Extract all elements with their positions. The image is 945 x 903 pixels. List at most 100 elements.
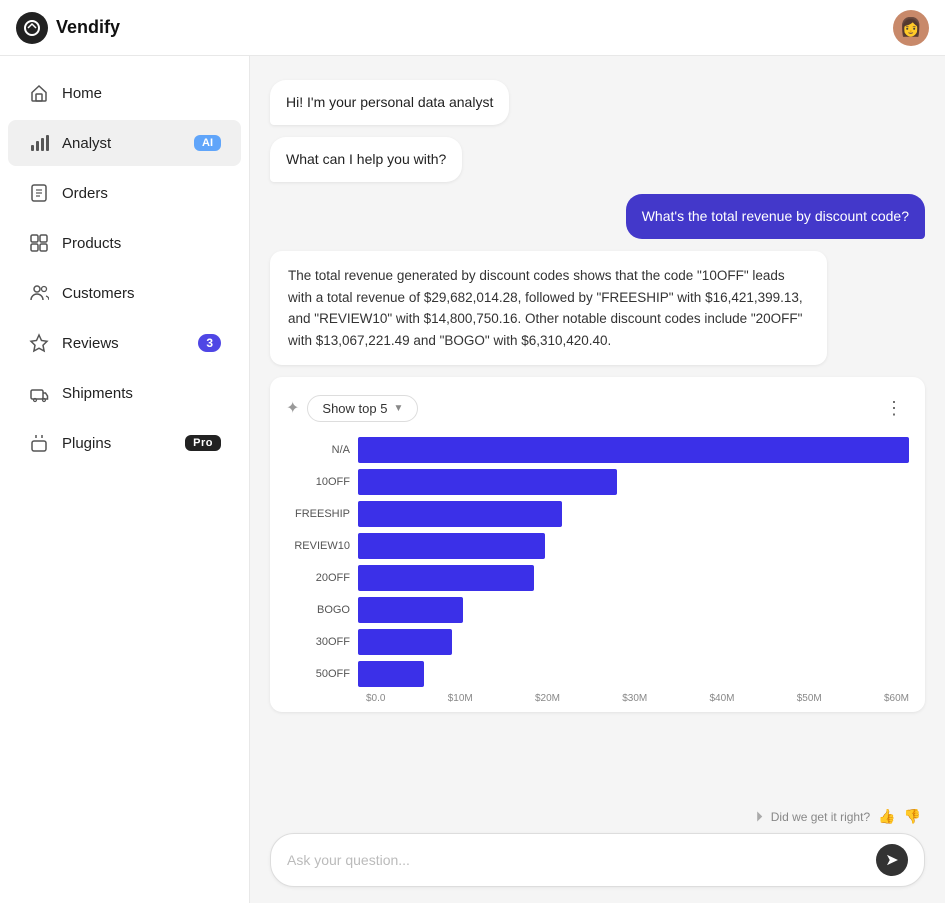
user-avatar[interactable]: 👩: [893, 10, 929, 46]
bar-row: REVIEW10: [286, 533, 909, 559]
axis-label: $50M: [797, 693, 822, 704]
axis-label: $0.0: [366, 693, 385, 704]
message-greeting1: Hi! I'm your personal data analyst: [270, 80, 925, 125]
plugins-icon: [28, 432, 50, 454]
show-top-button[interactable]: Show top 5 ▼: [307, 395, 418, 422]
show-top-label: Show top 5: [322, 401, 387, 416]
sidebar-label-reviews: Reviews: [62, 335, 119, 352]
bar-row: N/A: [286, 437, 909, 463]
bar-chart: N/A 10OFF FREESHIP REVIEW10 20OFF BOGO 30OFF 50…: [286, 437, 909, 687]
chat-input-box: ➤: [270, 833, 925, 887]
bar-row: 30OFF: [286, 629, 909, 655]
sidebar-label-orders: Orders: [62, 185, 108, 202]
sidebar-label-analyst: Analyst: [62, 135, 111, 152]
bar-row: 10OFF: [286, 469, 909, 495]
logo-icon: [16, 12, 48, 44]
bubble-user-query: What's the total revenue by discount cod…: [626, 194, 925, 239]
bar-row: 50OFF: [286, 661, 909, 687]
bar-label: 10OFF: [286, 476, 358, 488]
sidebar-label-home: Home: [62, 85, 102, 102]
audio-playback-icon[interactable]: ⏵: [756, 808, 763, 825]
bar-label: BOGO: [286, 604, 358, 616]
chevron-down-icon: ▼: [393, 403, 403, 414]
sparkle-icon: ✦: [286, 398, 299, 418]
thumbs-down-icon[interactable]: 👎: [904, 808, 921, 825]
bar-label: 50OFF: [286, 668, 358, 680]
reviews-badge: 3: [198, 334, 221, 352]
plugins-badge: Pro: [185, 435, 221, 451]
analyst-badge: AI: [194, 135, 221, 151]
sidebar-label-plugins: Plugins: [62, 435, 111, 452]
chat-input-area: ⏵ Did we get it right? 👍 👎 ➤: [250, 798, 945, 903]
app-logo: Vendify: [16, 12, 120, 44]
axis-label: $20M: [535, 693, 560, 704]
bar-track: [358, 565, 909, 591]
sidebar-item-analyst[interactable]: Analyst AI: [8, 120, 241, 166]
thumbs-up-icon[interactable]: 👍: [878, 808, 895, 825]
message-user-query: What's the total revenue by discount cod…: [270, 194, 925, 239]
axis-label: $40M: [709, 693, 734, 704]
bar-track: [358, 533, 909, 559]
sidebar-item-orders[interactable]: Orders: [8, 170, 241, 216]
analyst-icon: [28, 132, 50, 154]
axis-label: $30M: [622, 693, 647, 704]
customers-icon: [28, 282, 50, 304]
sidebar-label-shipments: Shipments: [62, 385, 133, 402]
bar-label: REVIEW10: [286, 540, 358, 552]
reviews-icon: [28, 332, 50, 354]
sidebar-item-shipments[interactable]: Shipments: [8, 370, 241, 416]
axis-label: $60M: [884, 693, 909, 704]
bar-track: [358, 469, 909, 495]
send-button[interactable]: ➤: [876, 844, 908, 876]
chat-messages: Hi! I'm your personal data analyst What …: [250, 56, 945, 798]
products-icon: [28, 232, 50, 254]
bar-track: [358, 661, 909, 687]
sidebar-item-reviews[interactable]: Reviews 3: [8, 320, 241, 366]
bar-track: [358, 597, 909, 623]
bar-row: 20OFF: [286, 565, 909, 591]
sidebar-item-plugins[interactable]: Plugins Pro: [8, 420, 241, 466]
chart-toolbar-left: ✦ Show top 5 ▼: [286, 395, 418, 422]
feedback-text: Did we get it right?: [771, 810, 870, 824]
chart-toolbar: ✦ Show top 5 ▼ ⋮: [286, 393, 909, 423]
sidebar-label-customers: Customers: [62, 285, 135, 302]
bar-track: [358, 437, 909, 463]
sidebar-item-products[interactable]: Products: [8, 220, 241, 266]
send-icon: ➤: [885, 850, 898, 870]
bar-row: BOGO: [286, 597, 909, 623]
message-bot-response: The total revenue generated by discount …: [270, 251, 925, 365]
bar-fill: [358, 469, 617, 495]
bar-row: FREESHIP: [286, 501, 909, 527]
main-content: Hi! I'm your personal data analyst What …: [250, 56, 945, 903]
chart-card: ✦ Show top 5 ▼ ⋮ N/A 10OFF FREESHIP REVIEW1…: [270, 377, 925, 712]
shipments-icon: [28, 382, 50, 404]
feedback-row: ⏵ Did we get it right? 👍 👎: [270, 808, 925, 825]
home-icon: [28, 82, 50, 104]
bar-label: 20OFF: [286, 572, 358, 584]
bar-label: FREESHIP: [286, 508, 358, 520]
sidebar: Home Analyst AI Orders: [0, 56, 250, 903]
sidebar-label-products: Products: [62, 235, 121, 252]
sidebar-item-customers[interactable]: Customers: [8, 270, 241, 316]
bar-fill: [358, 597, 463, 623]
bar-track: [358, 629, 909, 655]
axis-label: $10M: [448, 693, 473, 704]
bar-label: N/A: [286, 444, 358, 456]
sidebar-item-home[interactable]: Home: [8, 70, 241, 116]
chart-axis: $0.0 $10M $20M $30M $40M $50M $60M: [286, 693, 909, 704]
bubble-greeting2: What can I help you with?: [270, 137, 462, 182]
app-name: Vendify: [56, 17, 120, 38]
bar-track: [358, 501, 909, 527]
bar-fill: [358, 501, 562, 527]
chat-input[interactable]: [287, 852, 868, 868]
bar-fill: [358, 661, 424, 687]
bar-fill: [358, 565, 534, 591]
orders-icon: [28, 182, 50, 204]
topbar: Vendify 👩: [0, 0, 945, 56]
bubble-bot-response: The total revenue generated by discount …: [270, 251, 827, 365]
bar-fill: [358, 629, 452, 655]
message-greeting2: What can I help you with?: [270, 137, 925, 182]
bubble-greeting1: Hi! I'm your personal data analyst: [270, 80, 509, 125]
more-options-button[interactable]: ⋮: [879, 393, 909, 423]
bar-fill: [358, 437, 909, 463]
